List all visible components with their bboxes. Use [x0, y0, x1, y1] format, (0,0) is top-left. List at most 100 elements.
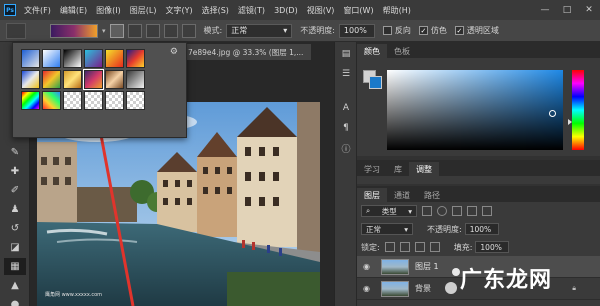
gradient-preset[interactable]	[126, 70, 145, 89]
tab-channels[interactable]: 通道	[387, 188, 417, 202]
blur-tool-icon[interactable]: ▲	[4, 277, 26, 294]
fill-field[interactable]: 100%	[475, 241, 510, 253]
close-button[interactable]: ✕	[578, 0, 600, 20]
gradient-preset[interactable]	[63, 49, 82, 68]
saturation-value-field[interactable]	[387, 70, 563, 150]
dither-checkbox[interactable]: ✓ 仿色	[418, 25, 447, 36]
smart-object-filter-icon[interactable]	[482, 206, 492, 216]
maximize-button[interactable]: □	[556, 0, 578, 20]
linear-gradient-button[interactable]	[109, 23, 124, 38]
layer-opacity-label: 不透明度:	[427, 224, 462, 234]
layer-kind-filter[interactable]: ⌕ 类型 ▾	[361, 205, 417, 217]
minimize-button[interactable]: —	[534, 0, 556, 20]
menu-3d[interactable]: 3D(D)	[274, 6, 298, 15]
layer-filter-row: ⌕ 类型 ▾	[357, 202, 600, 220]
gradient-preset[interactable]	[105, 70, 124, 89]
gradient-preset[interactable]	[105, 91, 124, 110]
menu-window[interactable]: 窗口(W)	[343, 5, 373, 16]
angle-gradient-button[interactable]	[145, 23, 160, 38]
eye-icon[interactable]: ◉	[363, 284, 375, 293]
transparency-checkbox[interactable]: ✓ 透明区域	[454, 25, 499, 36]
gradient-preset[interactable]	[21, 91, 40, 110]
eyedropper-tool-icon[interactable]: ✎	[4, 144, 26, 161]
layers-panel-tabs: 图层 通道 路径	[357, 186, 600, 202]
gradient-preset[interactable]	[126, 91, 145, 110]
lock-position-icon[interactable]	[414, 242, 425, 252]
gradient-preset[interactable]	[21, 70, 40, 89]
tab-layers[interactable]: 图层	[357, 188, 387, 202]
layer-opacity-field[interactable]: 100%	[464, 223, 499, 235]
gradient-preset[interactable]	[63, 91, 82, 110]
properties-panel-icon[interactable]: ☰	[337, 66, 355, 82]
brush-tool-icon[interactable]: ✐	[4, 182, 26, 199]
menu-help[interactable]: 帮助(H)	[383, 5, 411, 16]
dodge-tool-icon[interactable]: ●	[4, 296, 26, 306]
blend-mode-select[interactable]: 正常 ▾	[361, 223, 413, 235]
reflected-gradient-button[interactable]	[163, 23, 178, 38]
gradient-picker-popup: ⚙	[12, 42, 187, 138]
paragraph-panel-icon[interactable]: ¶	[337, 120, 355, 136]
menu-view[interactable]: 视图(V)	[307, 5, 335, 16]
menu-image[interactable]: 图像(I)	[96, 5, 121, 16]
opacity-value: 100%	[343, 26, 367, 35]
adjustment-filter-icon[interactable]	[437, 206, 447, 216]
gradient-preset[interactable]	[42, 49, 61, 68]
gear-icon[interactable]: ⚙	[170, 47, 178, 57]
gradient-tool-icon[interactable]: ▦	[4, 258, 26, 275]
tab-color[interactable]: 颜色	[357, 44, 387, 58]
gradient-preset-grid	[21, 49, 145, 110]
menu-layer[interactable]: 图层(L)	[130, 5, 157, 16]
eye-icon[interactable]: ◉	[363, 262, 375, 271]
eraser-tool-icon[interactable]: ◪	[4, 239, 26, 256]
tab-adjustments[interactable]: 调整	[409, 162, 439, 176]
gradient-preset[interactable]	[105, 49, 124, 68]
menu-filter[interactable]: 滤镜(T)	[238, 5, 265, 16]
gradient-preset[interactable]	[84, 91, 103, 110]
history-panel-icon[interactable]: ▤	[337, 46, 355, 62]
radial-gradient-button[interactable]	[127, 23, 142, 38]
gradient-preset[interactable]	[63, 70, 82, 89]
gradient-preset[interactable]	[42, 70, 61, 89]
mode-select[interactable]: 正常 ▾	[226, 23, 293, 38]
healing-brush-tool-icon[interactable]: ✚	[4, 163, 26, 180]
layer-thumbnail	[381, 258, 409, 275]
background-color-swatch[interactable]	[369, 76, 382, 89]
gradient-preview-swatch[interactable]	[50, 23, 98, 38]
gradient-preset[interactable]	[84, 49, 103, 68]
pixel-filter-icon[interactable]	[422, 206, 432, 216]
gradient-preset[interactable]	[126, 49, 145, 68]
reverse-checkbox[interactable]: 反向	[382, 25, 411, 36]
lock-image-icon[interactable]	[399, 242, 410, 252]
menu-edit[interactable]: 编辑(E)	[60, 5, 87, 16]
watermark-logo-dot	[452, 268, 460, 276]
gradient-preset[interactable]	[21, 49, 40, 68]
tab-swatches[interactable]: 色板	[387, 44, 417, 58]
lock-all-icon[interactable]	[429, 242, 440, 252]
tab-paths[interactable]: 路径	[417, 188, 447, 202]
character-panel-icon[interactable]: A	[337, 100, 355, 116]
menu-file[interactable]: 文件(F)	[24, 5, 51, 16]
color-panel-tabs: 颜色 色板	[357, 42, 600, 58]
tab-libraries[interactable]: 库	[387, 162, 409, 176]
gradient-preset-selected[interactable]	[83, 69, 104, 90]
diamond-gradient-button[interactable]	[181, 23, 196, 38]
opacity-label: 不透明度:	[300, 26, 335, 35]
info-panel-icon[interactable]: ⓘ	[337, 140, 355, 156]
gradient-preset[interactable]	[42, 91, 61, 110]
shape-filter-icon[interactable]	[467, 206, 477, 216]
menu-type[interactable]: 文字(Y)	[165, 5, 192, 16]
clone-stamp-tool-icon[interactable]: ♟	[4, 201, 26, 218]
color-picker-cursor[interactable]	[549, 110, 556, 117]
mode-value: 正常	[231, 26, 248, 35]
blend-opacity-row: 正常 ▾ 不透明度: 100%	[357, 220, 600, 238]
type-filter-icon[interactable]	[452, 206, 462, 216]
tool-preset-picker[interactable]	[6, 22, 26, 39]
history-brush-tool-icon[interactable]: ↺	[4, 220, 26, 237]
tab-learn[interactable]: 学习	[357, 162, 387, 176]
dither-label: 仿色	[430, 26, 447, 35]
menu-select[interactable]: 选择(S)	[202, 5, 229, 16]
opacity-field[interactable]: 100%	[338, 23, 375, 38]
chevron-down-icon[interactable]: ▾	[102, 27, 106, 35]
lock-transparent-icon[interactable]	[384, 242, 395, 252]
hue-slider[interactable]	[572, 70, 584, 150]
